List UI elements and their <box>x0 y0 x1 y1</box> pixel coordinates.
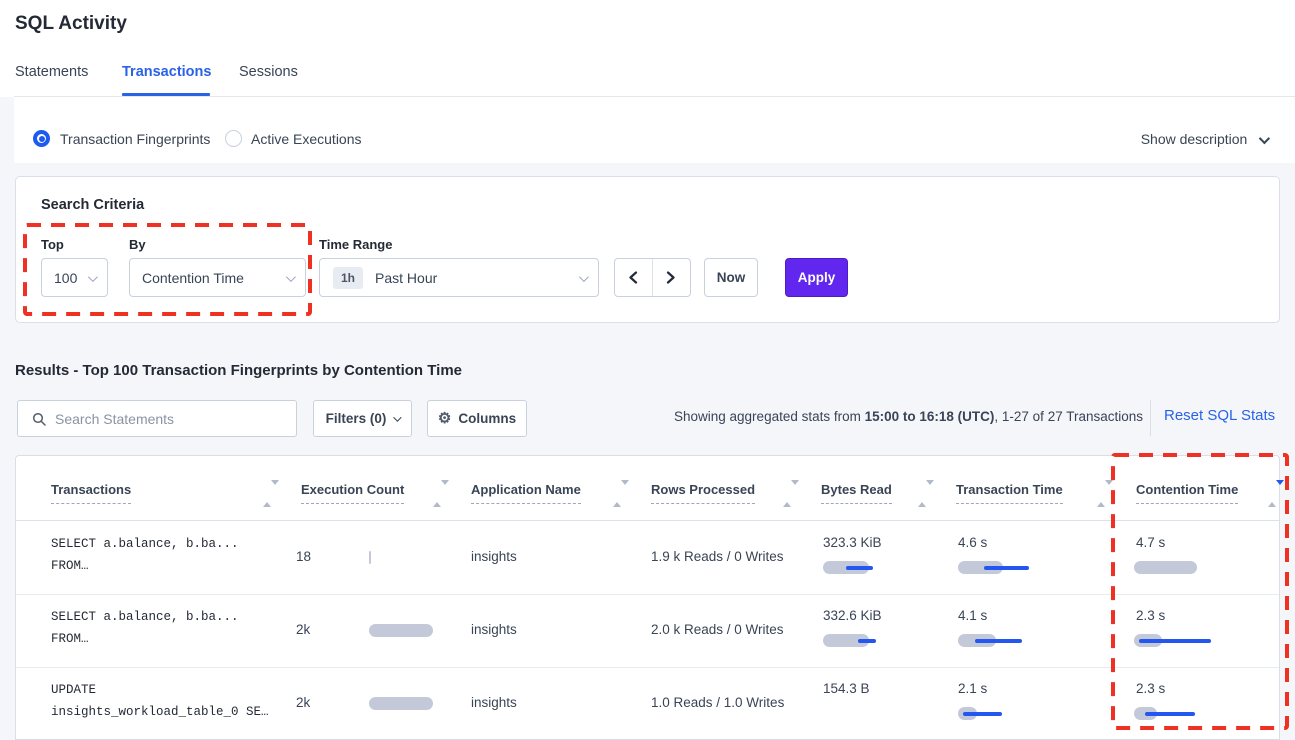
by-select-value: Contention Time <box>142 270 244 286</box>
column-header-transactions[interactable]: Transactions <box>51 482 131 504</box>
show-description-toggle[interactable]: Show description <box>1141 131 1267 147</box>
chevron-down-icon <box>286 272 296 282</box>
time-range-badge: 1h <box>333 267 363 289</box>
columns-button[interactable]: ⚙ Columns <box>427 400 527 437</box>
cell-rows-processed: 2.0 k Reads / 0 Writes <box>651 622 784 637</box>
cell-execution-count: 2k <box>296 622 310 637</box>
search-icon <box>32 412 46 426</box>
cell-bytes-read: 323.3 KiB <box>823 535 882 550</box>
show-description-label: Show description <box>1141 131 1248 147</box>
stats-time-range: 15:00 to 16:18 (UTC) <box>865 409 995 424</box>
table-row: SELECT a.balance, b.ba...FROM… 2k insigh… <box>16 594 1279 667</box>
table-row: UPDATEinsights_workload_table_0 SE… 2k i… <box>16 667 1279 740</box>
column-header-transaction-time[interactable]: Transaction Time <box>956 482 1063 504</box>
column-header-bytes-read[interactable]: Bytes Read <box>821 482 892 504</box>
chevron-down-icon <box>1259 133 1270 144</box>
next-time-range-button[interactable] <box>653 259 691 296</box>
time-range-label: Time Range <box>319 237 392 252</box>
cell-contention-time: 4.7 s <box>1136 535 1165 550</box>
page-header: SQL Activity Statements Transactions Ses… <box>0 0 1295 97</box>
top-select[interactable]: 100 <box>41 258 108 297</box>
sort-icon-transactions[interactable] <box>263 485 272 503</box>
cell-bytes-read: 154.3 B <box>823 681 870 696</box>
cell-contention-time: 2.3 s <box>1136 681 1165 696</box>
by-select[interactable]: Contention Time <box>129 258 306 297</box>
sort-icon-rows-processed[interactable] <box>783 485 792 503</box>
top-select-value: 100 <box>54 270 77 286</box>
cell-execution-count: 18 <box>296 549 311 564</box>
search-statements-input[interactable] <box>55 411 275 427</box>
filters-button-label: Filters (0) <box>326 411 387 426</box>
toolbar-divider <box>1150 400 1151 436</box>
cell-application-name: insights <box>471 549 517 564</box>
cell-application-name: insights <box>471 695 517 710</box>
column-header-rows-processed[interactable]: Rows Processed <box>651 482 755 504</box>
results-heading: Results - Top 100 Transaction Fingerprin… <box>15 362 462 379</box>
tab-transactions[interactable]: Transactions <box>122 64 211 80</box>
cell-contention-time: 2.3 s <box>1136 608 1165 623</box>
sort-icon-execution-count[interactable] <box>433 485 442 503</box>
chevron-down-icon <box>579 272 589 282</box>
cell-transaction-time: 2.1 s <box>958 681 987 696</box>
filters-button[interactable]: Filters (0) <box>313 400 412 437</box>
chevron-left-icon <box>628 271 638 284</box>
sort-icon-bytes-read[interactable] <box>918 485 927 503</box>
chevron-down-icon <box>88 272 98 282</box>
cell-bytes-read: 332.6 KiB <box>823 608 882 623</box>
apply-button[interactable]: Apply <box>785 258 848 297</box>
radio-label-transaction-fingerprints[interactable]: Transaction Fingerprints <box>60 131 210 147</box>
transaction-fingerprint-link[interactable]: UPDATEinsights_workload_table_0 SE… <box>51 679 269 723</box>
time-range-stepper <box>614 258 691 297</box>
time-range-value: Past Hour <box>375 270 437 286</box>
column-header-execution-count[interactable]: Execution Count <box>301 482 404 504</box>
tab-statements[interactable]: Statements <box>15 64 88 80</box>
cell-transaction-time: 4.6 s <box>958 535 987 550</box>
sort-icon-contention-time-desc[interactable] <box>1268 485 1277 503</box>
search-criteria-panel: Search Criteria Top 100 By Contention Ti… <box>15 176 1280 323</box>
page-title: SQL Activity <box>15 13 127 35</box>
time-range-select[interactable]: 1h Past Hour <box>319 258 599 297</box>
top-label: Top <box>41 237 64 252</box>
cell-rows-processed: 1.9 k Reads / 0 Writes <box>651 549 784 564</box>
cell-execution-count: 2k <box>296 695 310 710</box>
transaction-fingerprint-link[interactable]: SELECT a.balance, b.ba...FROM… <box>51 533 239 577</box>
radio-transaction-fingerprints[interactable] <box>33 130 50 147</box>
cell-transaction-time: 4.1 s <box>958 608 987 623</box>
aggregated-stats-text: Showing aggregated stats from 15:00 to 1… <box>674 409 1143 424</box>
sort-icon-application-name[interactable] <box>613 485 622 503</box>
table-row: SELECT a.balance, b.ba...FROM… 18 insigh… <box>16 521 1279 594</box>
search-statements-box <box>17 400 297 437</box>
row-separator <box>16 667 1279 668</box>
by-label: By <box>129 237 146 252</box>
cell-rows-processed: 1.0 Reads / 1.0 Writes <box>651 695 784 710</box>
reset-sql-stats-link[interactable]: Reset SQL Stats <box>1164 407 1275 424</box>
previous-time-range-button[interactable] <box>615 259 653 296</box>
transactions-table: Transactions Execution Count Application… <box>15 455 1280 740</box>
radio-active-executions[interactable] <box>225 130 242 147</box>
now-button[interactable]: Now <box>704 258 758 297</box>
columns-button-label: Columns <box>458 411 516 426</box>
chevron-right-icon <box>666 271 676 284</box>
column-header-contention-time[interactable]: Contention Time <box>1136 482 1238 504</box>
sort-icon-transaction-time[interactable] <box>1097 485 1106 503</box>
cell-application-name: insights <box>471 622 517 637</box>
search-criteria-title: Search Criteria <box>41 197 144 213</box>
column-header-application-name[interactable]: Application Name <box>471 482 581 504</box>
view-toggle-bar: Transaction Fingerprints Active Executio… <box>14 97 1295 163</box>
radio-label-active-executions[interactable]: Active Executions <box>251 131 362 147</box>
tab-sessions[interactable]: Sessions <box>239 64 298 80</box>
row-separator <box>16 594 1279 595</box>
gear-icon: ⚙ <box>438 411 451 426</box>
transaction-fingerprint-link[interactable]: SELECT a.balance, b.ba...FROM… <box>51 606 239 650</box>
chevron-down-icon <box>394 413 402 421</box>
